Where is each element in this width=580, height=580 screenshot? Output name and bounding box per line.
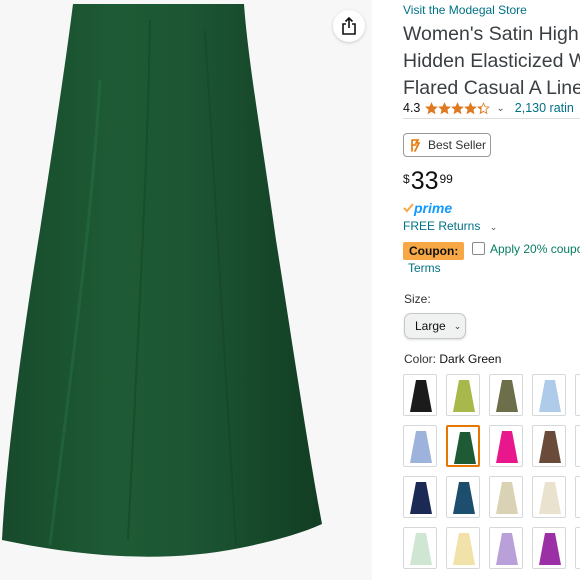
swatch-skirt-image	[410, 533, 432, 565]
prime-badge[interactable]: prime	[403, 200, 452, 216]
color-swatch[interactable]	[575, 374, 580, 416]
swatch-skirt-image	[453, 533, 475, 565]
color-selected-value: Dark Green	[439, 352, 502, 366]
star-icon	[477, 101, 491, 114]
color-swatch[interactable]	[446, 476, 480, 518]
star-icon	[425, 101, 439, 114]
color-swatch[interactable]	[446, 527, 480, 569]
rating-value: 4.3	[403, 101, 421, 115]
divider	[403, 118, 580, 119]
coupon-terms-link[interactable]: Terms	[408, 261, 441, 275]
swatch-skirt-image	[576, 375, 580, 416]
color-swatch[interactable]	[446, 425, 480, 467]
swatch-skirt-image	[454, 432, 476, 464]
color-swatch[interactable]	[575, 527, 580, 569]
price: $ 33 99	[403, 169, 453, 194]
store-link[interactable]: Visit the Modegal Store	[403, 3, 527, 17]
color-swatch[interactable]	[446, 374, 480, 416]
ratings-count-link[interactable]: 2,130 ratin	[515, 101, 574, 115]
swatch-skirt-image	[496, 482, 518, 514]
best-seller-label: Best Seller	[428, 138, 487, 152]
coupon-checkbox[interactable]	[472, 242, 485, 255]
swatch-skirt-image	[539, 431, 561, 463]
title-line-3: Flared Casual A Line	[403, 77, 580, 99]
chevron-down-icon: ⌄	[453, 320, 462, 331]
swatch-skirt-image	[539, 533, 561, 565]
star-icon	[464, 101, 478, 114]
price-fraction: 99	[439, 172, 453, 186]
price-whole: 33	[410, 167, 439, 195]
star-icon	[451, 101, 465, 114]
prime-label: prime	[414, 200, 453, 216]
swatch-skirt-image	[539, 482, 561, 514]
color-swatch[interactable]	[532, 476, 566, 518]
color-swatch[interactable]	[532, 527, 566, 569]
chevron-down-icon[interactable]: ⌄	[496, 103, 504, 114]
swatch-skirt-image	[539, 380, 561, 412]
chevron-down-icon: ⌄	[489, 222, 498, 232]
product-title: Women's Satin High Hidden Elasticized W …	[403, 21, 580, 102]
size-dropdown[interactable]: Large ⌄	[404, 313, 466, 339]
color-swatch[interactable]	[532, 425, 566, 467]
swatch-skirt-image	[576, 528, 580, 569]
rating-row: 4.3 ⌄ 2,130 ratin	[403, 100, 580, 116]
product-details: Visit the Modegal Store Women's Satin Hi…	[403, 0, 580, 580]
title-line-2: Hidden Elasticized W	[403, 50, 580, 72]
color-swatch[interactable]	[489, 476, 523, 518]
product-image-panel[interactable]	[0, 0, 372, 580]
product-main-image[interactable]	[0, 0, 372, 580]
color-swatch[interactable]	[532, 374, 566, 416]
swatch-skirt-image	[453, 380, 475, 412]
star-icon	[438, 101, 452, 114]
color-swatch[interactable]	[403, 527, 437, 569]
swatch-skirt-image	[496, 431, 518, 463]
color-swatch[interactable]	[403, 476, 437, 518]
color-label: Color: Dark Green	[404, 352, 501, 366]
prime-check-icon	[403, 203, 414, 213]
swatch-skirt-image	[496, 533, 518, 565]
swatch-skirt-image	[496, 380, 518, 412]
color-swatch[interactable]	[403, 425, 437, 467]
coupon-tag: Coupon:	[403, 242, 465, 260]
best-seller-icon	[411, 138, 421, 152]
swatch-skirt-image	[410, 431, 432, 463]
color-swatch[interactable]	[489, 425, 523, 467]
size-selected-value: Large	[415, 319, 446, 333]
title-line-1: Women's Satin High	[403, 23, 579, 45]
size-label: Size:	[404, 292, 431, 306]
color-label-text: Color:	[404, 352, 437, 366]
share-icon	[342, 17, 356, 35]
coupon-apply-text[interactable]: Apply 20% coupo	[490, 242, 580, 256]
free-returns-link[interactable]: FREE Returns ⌄	[403, 219, 497, 233]
color-swatch[interactable]	[403, 374, 437, 416]
color-swatch[interactable]	[575, 476, 580, 518]
color-swatch[interactable]	[489, 527, 523, 569]
swatch-skirt-image	[453, 482, 475, 514]
star-rating[interactable]	[425, 101, 491, 115]
swatch-skirt-image	[576, 426, 580, 467]
swatch-skirt-image	[410, 482, 432, 514]
color-swatch[interactable]	[575, 425, 580, 467]
best-seller-badge[interactable]: Best Seller	[403, 133, 491, 157]
free-returns-label: FREE Returns	[403, 219, 481, 233]
color-swatch[interactable]	[489, 374, 523, 416]
skirt-shape	[2, 4, 322, 557]
swatch-skirt-image	[410, 380, 432, 412]
price-symbol: $	[403, 172, 410, 186]
share-button[interactable]	[333, 10, 365, 42]
swatch-skirt-image	[576, 477, 580, 518]
